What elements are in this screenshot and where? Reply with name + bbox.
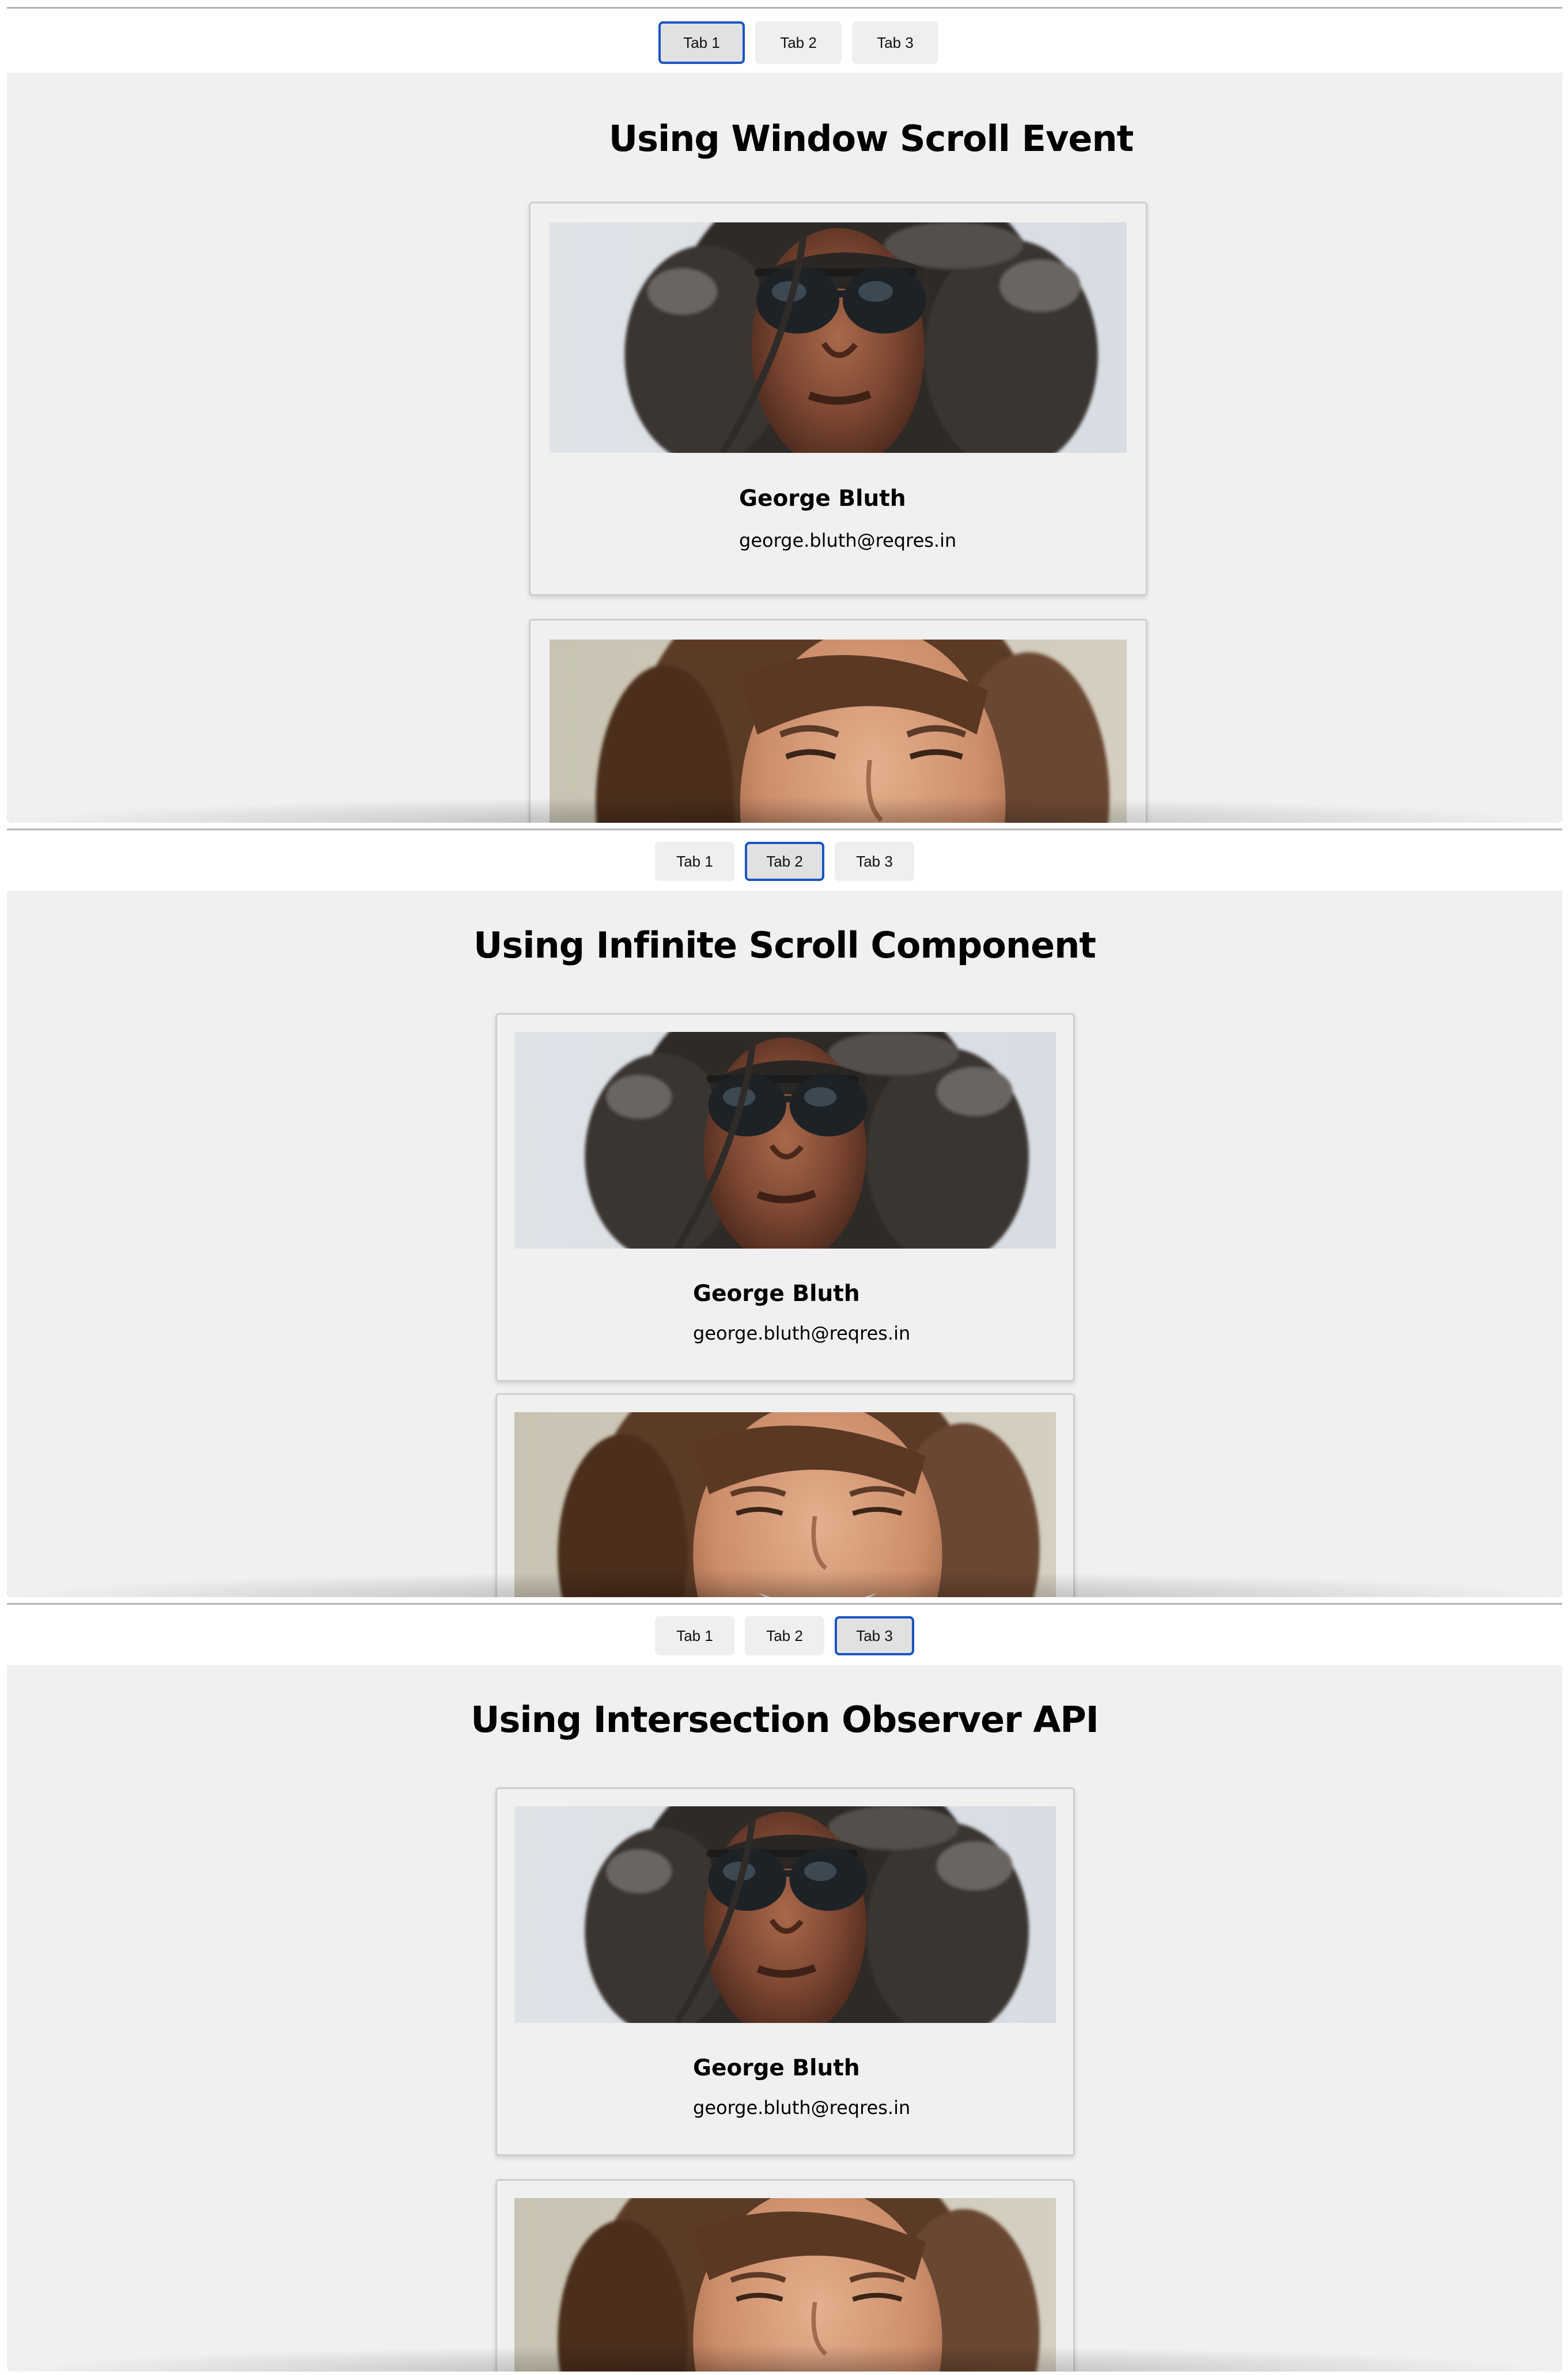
user-card	[495, 2179, 1075, 2372]
tab-2[interactable]: Tab 2	[745, 842, 824, 881]
user-email: george.bluth@reqres.in	[739, 530, 957, 551]
avatar	[514, 1806, 1056, 2023]
tab-3[interactable]: Tab 3	[835, 842, 914, 881]
tab-content[interactable]: Using Window Scroll Event George Bluth g…	[7, 73, 1562, 823]
tab-bar: Tab 1 Tab 2 Tab 3	[7, 7, 1562, 73]
user-email: george.bluth@reqres.in	[693, 1322, 911, 1344]
user-card	[495, 1393, 1075, 1597]
browser-panel-window-scroll: Tab 1 Tab 2 Tab 3 Using Window Scroll Ev…	[7, 7, 1562, 823]
tab-3[interactable]: Tab 3	[835, 1616, 914, 1655]
user-card: George Bluth george.bluth@reqres.in	[495, 1013, 1075, 1382]
avatar	[514, 1032, 1056, 1249]
tab-1[interactable]: Tab 1	[655, 842, 734, 881]
user-name: George Bluth	[693, 2055, 860, 2081]
tab-bar: Tab 1 Tab 2 Tab 3	[7, 829, 1562, 891]
user-card: George Bluth george.bluth@reqres.in	[529, 202, 1147, 596]
user-email: george.bluth@reqres.in	[693, 2097, 911, 2119]
user-card	[529, 619, 1147, 823]
tab-2[interactable]: Tab 2	[755, 21, 842, 64]
tab-content[interactable]: Using Intersection Observer API George B…	[7, 1665, 1562, 2372]
page-title: Using Infinite Scroll Component	[473, 924, 1096, 966]
avatar	[550, 222, 1127, 453]
browser-panel-infinite-scroll: Tab 1 Tab 2 Tab 3 Using Infinite Scroll …	[7, 829, 1562, 1597]
avatar	[514, 1412, 1056, 1597]
avatar	[550, 640, 1127, 823]
tab-content[interactable]: Using Infinite Scroll Component George B…	[7, 891, 1562, 1597]
tab-2[interactable]: Tab 2	[745, 1616, 824, 1655]
tab-1[interactable]: Tab 1	[655, 1616, 734, 1655]
user-name: George Bluth	[739, 486, 906, 512]
avatar	[514, 2198, 1056, 2372]
user-card: George Bluth george.bluth@reqres.in	[495, 1787, 1075, 2156]
user-name: George Bluth	[693, 1281, 860, 1307]
page-title: Using Intersection Observer API	[471, 1699, 1099, 1741]
tab-bar: Tab 1 Tab 2 Tab 3	[7, 1603, 1562, 1665]
browser-panel-intersection-observer: Tab 1 Tab 2 Tab 3 Using Intersection Obs…	[7, 1603, 1562, 2372]
tab-3[interactable]: Tab 3	[852, 21, 938, 64]
tab-1[interactable]: Tab 1	[658, 21, 745, 64]
page-title: Using Window Scroll Event	[608, 118, 1134, 160]
